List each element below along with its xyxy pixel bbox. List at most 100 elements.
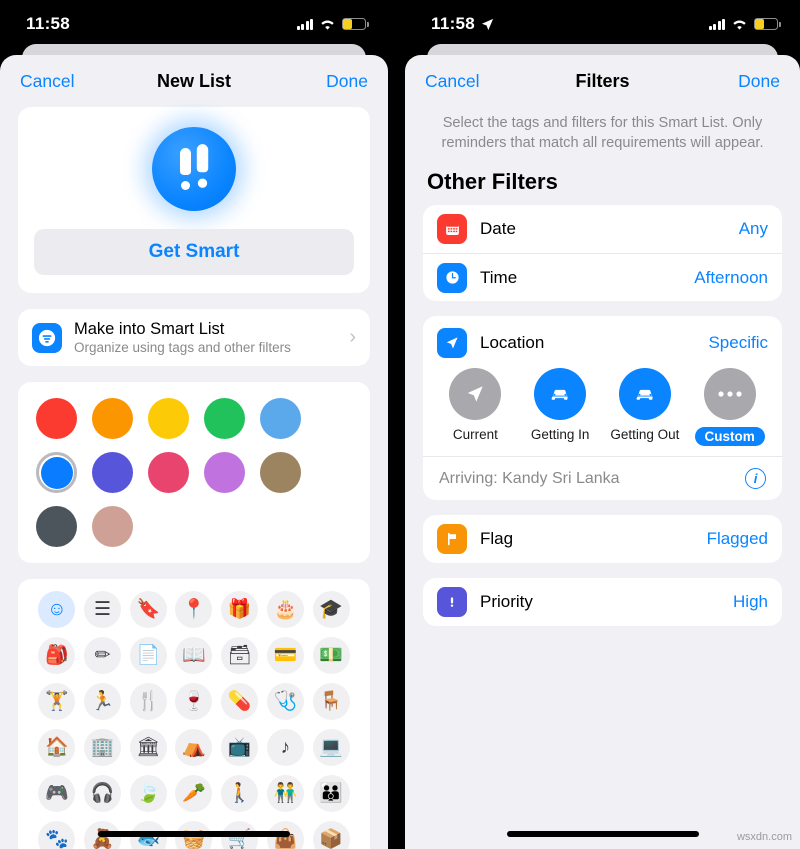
location-detail-row[interactable]: Arriving: Kandy Sri Lanka i [423,456,782,500]
gift-icon[interactable]: 🎁 [221,591,259,628]
battery-icon [754,18,781,30]
document-icon[interactable]: 📄 [129,637,167,674]
tv-icon[interactable]: 📺 [221,729,259,766]
color-swatch-light-blue[interactable] [260,398,301,439]
color-swatch-dark-gray[interactable] [36,506,77,547]
bullet-list-icon[interactable]: ☰ [84,591,122,628]
bookmark-icon[interactable]: 🔖 [129,591,167,628]
color-swatch-grid[interactable] [18,382,370,563]
wallet-icon[interactable]: 🗃 [221,637,259,674]
right-status-bar: 11:58 [405,0,800,48]
backpack-icon[interactable]: 🎒 [38,637,76,674]
priority-filter-label: Priority [480,592,533,612]
flag-filter-row[interactable]: Flag Flagged [423,515,782,563]
make-into-smart-list-card[interactable]: Make into Smart List Organize using tags… [18,309,370,366]
tent-icon[interactable]: ⛺ [175,729,213,766]
graduation-cap-icon[interactable]: 🎓 [312,591,350,628]
time-filter-row[interactable]: Time Afternoon [423,253,782,301]
color-swatch-yellow[interactable] [148,398,189,439]
flag-filter-label: Flag [480,529,514,549]
cash-icon[interactable]: 💵 [312,637,350,674]
paw-print-icon[interactable]: 🐾 [38,821,76,849]
running-person-icon[interactable]: 🏃 [84,683,122,720]
priority-filter-row[interactable]: Priority High [423,578,782,626]
priority-filter-value[interactable]: High [733,592,768,612]
flag-filter-value[interactable]: Flagged [707,529,768,549]
color-swatch-orange[interactable] [92,398,133,439]
game-controller-icon[interactable]: 🎮 [38,775,76,812]
current-location-option[interactable]: Current [433,368,518,446]
left-home-indicator[interactable] [98,831,290,837]
location-detail-text: Arriving: Kandy Sri Lanka [439,469,620,487]
pills-icon[interactable]: 💊 [221,683,259,720]
three-people-icon[interactable]: 👪 [312,775,350,812]
screenshot-stage: 11:58 Cancel New List Done Get Smart Mak… [0,0,800,849]
color-swatch-blue[interactable] [36,452,77,493]
color-dot [36,398,77,439]
navigation-arrow-icon [437,328,467,359]
map-pin-icon[interactable]: 📍 [175,591,213,628]
right-cancel-button[interactable]: Cancel [425,71,479,92]
color-swatch-pink[interactable] [148,452,189,493]
location-filter-value[interactable]: Specific [708,333,768,353]
birthday-cake-icon[interactable]: 🎂 [266,591,304,628]
leaf-icon[interactable]: 🍃 [129,775,167,812]
color-swatch-green[interactable] [204,398,245,439]
date-filter-row[interactable]: Date Any [423,205,782,253]
carrot-icon[interactable]: 🥕 [175,775,213,812]
bank-icon[interactable]: 🏛 [129,729,167,766]
office-building-icon[interactable]: 🏢 [84,729,122,766]
laptop-icon[interactable]: 💻 [312,729,350,766]
make-into-smart-list-subtitle: Organize using tags and other filters [74,340,291,355]
wine-glass-icon[interactable]: 🍷 [175,683,213,720]
open-book-icon[interactable]: 📖 [175,637,213,674]
info-icon[interactable]: i [745,468,766,490]
two-people-icon[interactable]: 👬 [266,775,304,812]
headphones-icon[interactable]: 🎧 [84,775,122,812]
stethoscope-icon[interactable]: 🩺 [266,683,304,720]
get-smart-button[interactable]: Get Smart [34,229,354,275]
make-into-smart-list-row[interactable]: Make into Smart List Organize using tags… [18,309,370,366]
color-swatch-red[interactable] [36,398,77,439]
music-note-icon[interactable]: ♪ [266,729,304,766]
color-dot [92,398,133,439]
bench-icon[interactable]: 🪑 [312,683,350,720]
custom-location-option-label: Custom [694,427,765,447]
color-dot [260,452,301,493]
house-icon[interactable]: 🏠 [38,729,76,766]
location-arrow-icon [481,18,494,31]
pencil-ruler-icon[interactable]: ✏ [84,637,122,674]
getting-in-option[interactable]: Getting In [518,368,603,446]
color-dot [260,398,301,439]
getting-out-option[interactable]: Getting Out [603,368,688,446]
time-filter-value[interactable]: Afternoon [694,268,768,288]
cellular-signal-icon [708,18,725,30]
location-filter-card: Location Specific Current Getting In Getti… [423,316,782,501]
color-swatch-purple[interactable] [204,452,245,493]
color-swatch-dusty-rose[interactable] [92,506,133,547]
right-home-indicator[interactable] [506,831,699,837]
date-filter-value[interactable]: Any [739,219,768,239]
fork-knife-icon[interactable]: 🍴 [129,683,167,720]
left-done-button[interactable]: Done [326,71,368,92]
color-swatch-brown[interactable] [260,452,301,493]
left-cancel-button[interactable]: Cancel [20,71,74,92]
credit-card-icon[interactable]: 💳 [266,637,304,674]
color-swatch-indigo[interactable] [92,452,133,493]
other-filters-header: Other Filters [427,169,558,195]
box-icon[interactable]: 📦 [312,821,350,849]
smart-list-icon [32,322,62,353]
right-done-button[interactable]: Done [738,71,780,92]
dumbbell-icon[interactable]: 🏋 [38,683,76,720]
icon-picker-grid[interactable]: ☺ ☰ 🔖 📍 🎁 🎂 🎓 🎒 ✏ 📄 📖 🗃 💳 💵 🏋 🏃 🍴 🍷 💊 🩺 🪑 🏠 🏢 🏛 ⛺ 📺 ♪ 💻 🎮 🎧 🍃 🥕 🚶 👬 👪 🐾 🧸 🐟 🧺 🛒… [18,579,370,849]
time-filter-label: Time [480,267,518,287]
custom-location-option[interactable]: Custom [687,368,772,447]
car-icon [534,368,587,421]
color-dot [148,452,189,493]
person-icon[interactable]: 🚶 [221,775,259,812]
location-filter-row[interactable]: Location Specific [423,316,782,360]
location-options-row[interactable]: Current Getting In Getting Out Custom [423,360,782,456]
color-dot [204,452,245,493]
left-sheet: Cancel New List Done Get Smart Make into… [0,55,388,849]
smiley-face-icon[interactable]: ☺ [38,591,76,628]
